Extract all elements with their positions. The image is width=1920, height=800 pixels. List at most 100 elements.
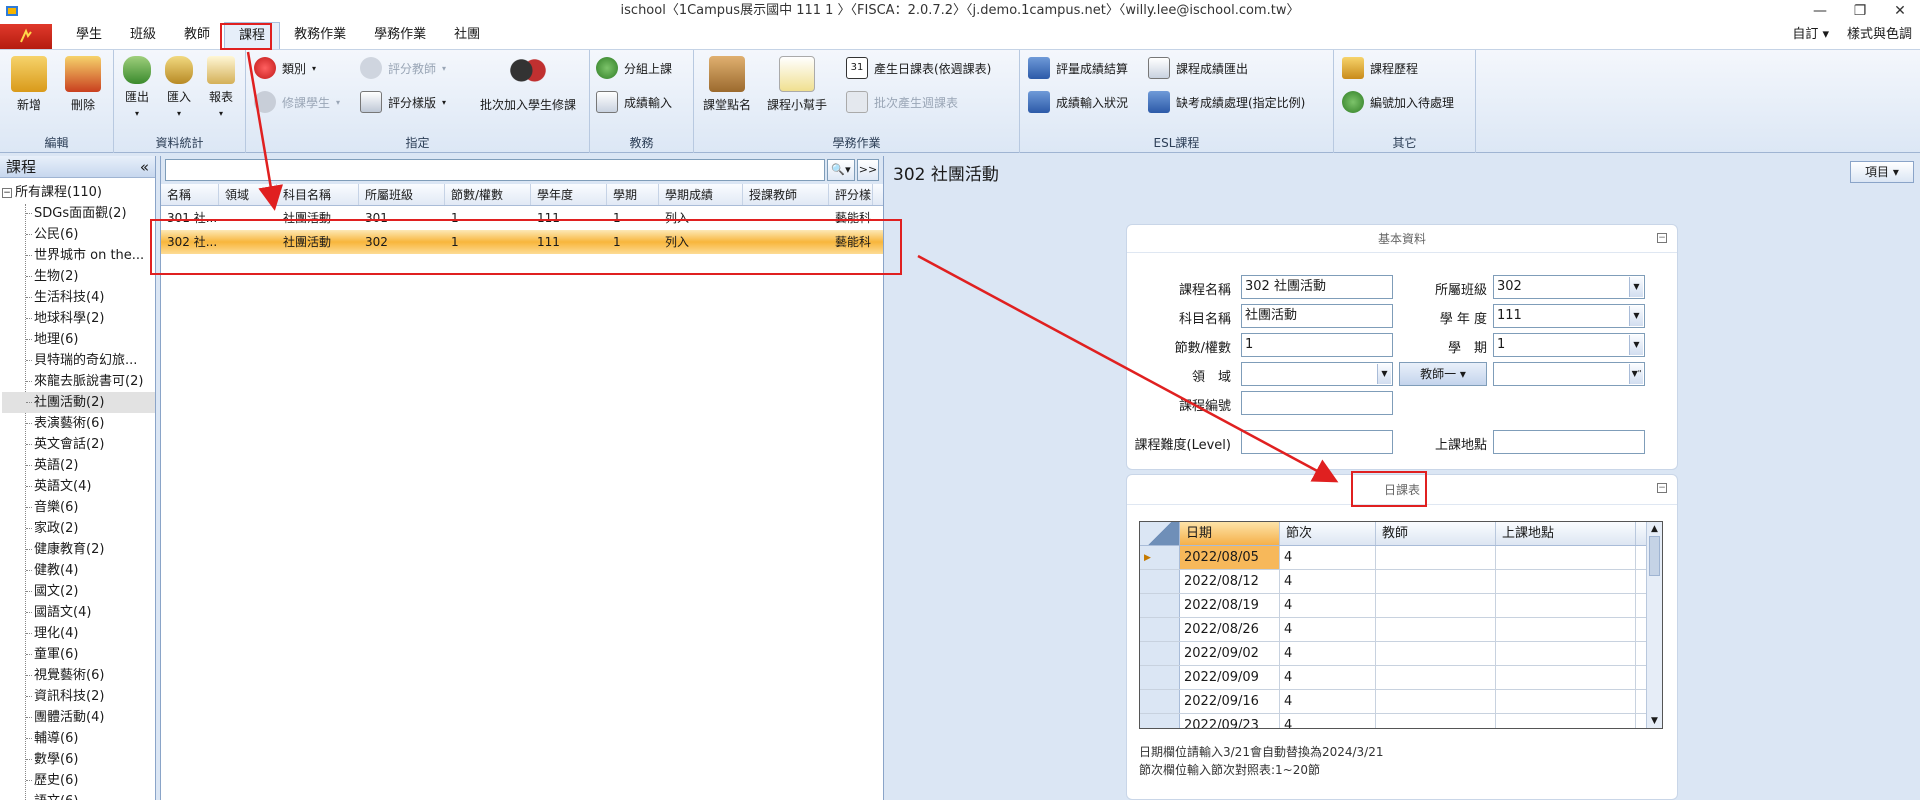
add-pending-button[interactable]: 編號加入待處理 [1342,90,1454,114]
column-header[interactable]: 名稱 [161,184,219,205]
schedule-column-header[interactable]: 教師 [1376,522,1496,545]
tree-item[interactable]: 英文會話(2) [2,434,155,455]
tree-item[interactable]: 數學(6) [2,749,155,770]
app-menu-button[interactable] [0,24,52,49]
schedule-column-header[interactable]: 上課地點 [1496,522,1636,545]
score-teacher-button[interactable]: 評分教師 ▾ [360,56,446,80]
tree-item[interactable]: 語文(6) [2,791,155,800]
course-history-button[interactable]: 課程歷程 [1342,56,1418,80]
column-header[interactable]: 授課教師 [743,184,829,205]
schedule-cell[interactable]: 2022/09/02 [1180,642,1280,665]
tree-item[interactable]: 貝特瑞的奇幻旅... [2,350,155,371]
tab-clubs[interactable]: 社團 [440,22,494,49]
schedule-column-header[interactable]: 日期 [1180,522,1280,545]
chevron-down-icon[interactable]: ▼ [1629,277,1643,297]
tree-item[interactable]: 資訊科技(2) [2,686,155,707]
schedule-cell[interactable] [1376,546,1496,569]
schedule-cell[interactable] [1376,618,1496,641]
tree-item[interactable]: 輔導(6) [2,728,155,749]
column-header[interactable]: 評分樣 [829,184,873,205]
generate-daily-schedule-button[interactable]: 31 產生日課表(依週課表) [846,56,991,80]
semester-select[interactable]: 1 ▼ [1493,333,1645,357]
schedule-cell[interactable]: 4 [1280,642,1376,665]
batch-weekly-schedule-button[interactable]: 批次產生週課表 [846,90,958,114]
tab-academic-affairs[interactable]: 教務作業 [280,22,360,49]
tab-classes[interactable]: 班級 [116,22,170,49]
teacher-select-button[interactable]: 教師一 ▾ [1399,362,1487,386]
schedule-row[interactable]: 2022/09/02 4 [1140,642,1662,666]
column-header[interactable]: 科目名稱 [277,184,359,205]
subject-field[interactable]: 社團活動 [1241,304,1393,328]
tab-student-affairs[interactable]: 學務作業 [360,22,440,49]
class-select[interactable]: 302 ▼ [1493,275,1645,299]
schedule-cell[interactable] [1496,642,1636,665]
tree-item[interactable]: 音樂(6) [2,497,155,518]
tree-item[interactable]: 生活科技(4) [2,287,155,308]
tree-item[interactable]: 世界城市 on the... [2,245,155,266]
tree-item[interactable]: 國文(2) [2,581,155,602]
tree-item[interactable]: 表演藝術(6) [2,413,155,434]
schedule-cell[interactable] [1496,546,1636,569]
column-header[interactable]: 學期 [607,184,659,205]
maximize-button[interactable]: ❐ [1840,0,1880,22]
report-button[interactable]: 報表 ▾ [200,56,242,119]
periods-field[interactable]: 1 [1241,333,1393,357]
tab-teachers[interactable]: 教師 [170,22,224,49]
score-input-button[interactable]: 成績輸入 [596,90,672,114]
course-helper-button[interactable]: 課程小幫手 [762,56,832,113]
chevron-down-icon[interactable]: ▼ [1629,306,1643,326]
search-input[interactable] [165,159,825,181]
search-button[interactable]: 🔍▾ [827,159,855,181]
roll-call-button[interactable]: 課堂點名 [698,56,756,113]
schedule-cell[interactable]: 4 [1280,546,1376,569]
import-button[interactable]: 匯入 ▾ [158,56,200,119]
row-header[interactable] [1140,618,1180,641]
schedule-cell[interactable]: 2022/08/12 [1180,570,1280,593]
schedule-cell[interactable]: 4 [1280,594,1376,617]
schedule-row[interactable]: 2022/09/16 4 [1140,690,1662,714]
row-header[interactable] [1140,690,1180,713]
batch-add-students-button[interactable]: 批次加入學生修課 [472,56,584,113]
tree-root[interactable]: − 所有課程(110) [2,182,155,203]
schedule-row[interactable]: 2022/08/12 4 [1140,570,1662,594]
enroll-students-button[interactable]: 修課學生 ▾ [254,90,340,114]
tree-item[interactable]: 地球科學(2) [2,308,155,329]
schedule-scrollbar[interactable]: ▲ ▼ [1646,522,1662,728]
schedule-cell[interactable]: 2022/08/05 [1180,546,1280,569]
tree-item[interactable]: 社團活動(2) [2,392,155,413]
row-header[interactable] [1140,570,1180,593]
chevron-down-icon[interactable]: ▼" [1629,364,1643,384]
schedule-cell[interactable]: 2022/08/19 [1180,594,1280,617]
column-header[interactable]: 領域 [219,184,277,205]
delete-button[interactable]: 刪除 [56,56,110,113]
schedule-row[interactable]: ▶ 2022/08/05 4 [1140,546,1662,570]
tree-item[interactable]: 歷史(6) [2,770,155,791]
schedule-cell[interactable]: 4 [1280,666,1376,689]
column-header[interactable]: 學期成績 [659,184,743,205]
close-button[interactable]: ✕ [1880,0,1920,22]
row-header[interactable] [1140,594,1180,617]
tree-item[interactable]: 團體活動(4) [2,707,155,728]
schedule-cell[interactable] [1496,570,1636,593]
tree-item[interactable]: SDGs面面觀(2) [2,203,155,224]
customize-menu[interactable]: 自訂 ▾ [1792,22,1829,48]
absent-score-button[interactable]: 缺考成績處理(指定比例) [1148,90,1305,114]
schedule-cell[interactable]: 2022/09/16 [1180,690,1280,713]
row-header[interactable] [1140,714,1180,728]
items-menu-button[interactable]: 項目 ▾ [1850,161,1914,183]
export-button[interactable]: 匯出 ▾ [116,56,158,119]
tree-item[interactable]: 視覺藝術(6) [2,665,155,686]
tree-item[interactable]: 家政(2) [2,518,155,539]
course-name-field[interactable]: 302 社團活動 [1241,275,1393,299]
tree-item[interactable]: 健教(4) [2,560,155,581]
schedule-cell[interactable] [1496,714,1636,728]
tree-item[interactable]: 英語(2) [2,455,155,476]
collapse-basic-icon[interactable]: − [1657,233,1667,243]
schedule-cell[interactable]: 4 [1280,714,1376,728]
schedule-cell[interactable] [1376,714,1496,728]
schedule-row[interactable]: 2022/08/19 4 [1140,594,1662,618]
tree-item[interactable]: 國語文(4) [2,602,155,623]
schedule-cell[interactable] [1376,642,1496,665]
add-button[interactable]: 新增 [2,56,56,113]
collapse-tree-icon[interactable]: − [2,187,12,198]
